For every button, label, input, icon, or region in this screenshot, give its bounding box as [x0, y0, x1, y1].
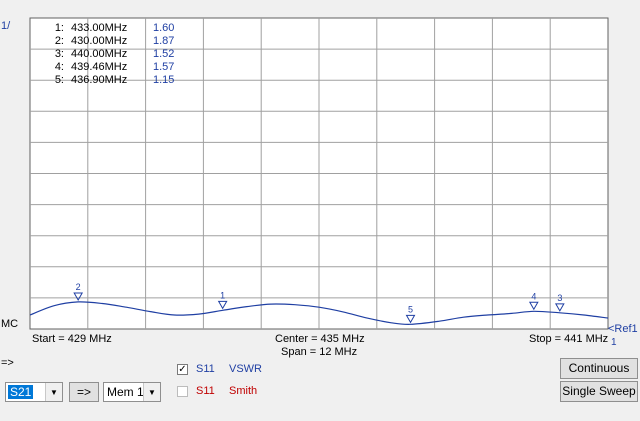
memory-select-value: Mem 1	[107, 385, 144, 399]
marker-readout-row: 4: 439.46MHz 1.57	[50, 61, 190, 74]
marker-number: 1:	[54, 22, 64, 34]
plot-area: 1 2 3 4 5 1/ MC <Ref1 1 1: 433.00MHz 1.60 2: 430…	[0, 0, 640, 358]
marker-number: 2:	[54, 35, 64, 47]
single-sweep-button[interactable]: Single Sweep	[560, 381, 638, 402]
arrow-indicator: =>	[1, 357, 14, 369]
marker-frequency: 440.00MHz	[71, 48, 128, 60]
ref-label: <Ref1	[608, 323, 638, 335]
marker-number: 5:	[54, 74, 64, 86]
marker-frequency: 436.90MHz	[71, 74, 128, 86]
marker-label: 5	[408, 304, 413, 314]
marker-label: 3	[557, 293, 562, 303]
marker-frequency: 430.00MHz	[71, 35, 128, 47]
marker-frequency: 433.00MHz	[71, 22, 128, 34]
trace1-checkbox[interactable]: ✓	[177, 364, 188, 375]
trace2-checkbox[interactable]	[177, 386, 188, 397]
marker-value: 1.52	[153, 48, 175, 60]
marker-value: 1.87	[153, 35, 175, 47]
ref-sub-label: 1	[611, 337, 617, 348]
marker-readout-row: 1: 433.00MHz 1.60	[50, 22, 190, 35]
channel-select-value: S21	[8, 385, 34, 399]
stop-frequency-label: Stop = 441 MHz	[529, 333, 609, 345]
trace2-parameter: S11	[196, 385, 215, 397]
marker-label: 1	[220, 290, 225, 300]
trace1-parameter: S11	[196, 363, 215, 375]
span-label: Span = 12 MHz	[281, 346, 358, 358]
mc-label: MC	[1, 318, 19, 330]
chevron-down-icon[interactable]: ▼	[143, 383, 160, 401]
marker-number: 4:	[54, 61, 64, 73]
marker-label: 4	[531, 291, 536, 301]
chevron-down-icon[interactable]: ▼	[45, 383, 62, 401]
continuous-button[interactable]: Continuous	[560, 358, 638, 379]
marker-number: 3:	[54, 48, 64, 60]
transfer-button[interactable]: =>	[69, 382, 99, 402]
memory-select[interactable]: Mem 1 ▼	[103, 382, 161, 402]
marker-readout-row: 5: 436.90MHz 1.15	[50, 74, 190, 87]
checkmark-icon: ✓	[178, 364, 187, 375]
marker-readout-row: 3: 440.00MHz 1.52	[50, 48, 190, 61]
marker-value: 1.57	[153, 61, 175, 73]
channel-select[interactable]: S21 ▼	[5, 382, 63, 402]
marker-value: 1.15	[153, 74, 175, 86]
marker-frequency: 439.46MHz	[71, 61, 128, 73]
center-frequency-label: Center = 435 MHz	[275, 333, 365, 345]
start-frequency-label: Start = 429 MHz	[32, 333, 112, 345]
marker-value: 1.60	[153, 22, 175, 34]
scale-label: 1/	[1, 20, 11, 32]
marker-readout-row: 2: 430.00MHz 1.87	[50, 35, 190, 48]
trace2-format: Smith	[229, 385, 258, 397]
trace1-format: VSWR	[229, 363, 262, 375]
marker-label: 2	[76, 282, 81, 292]
